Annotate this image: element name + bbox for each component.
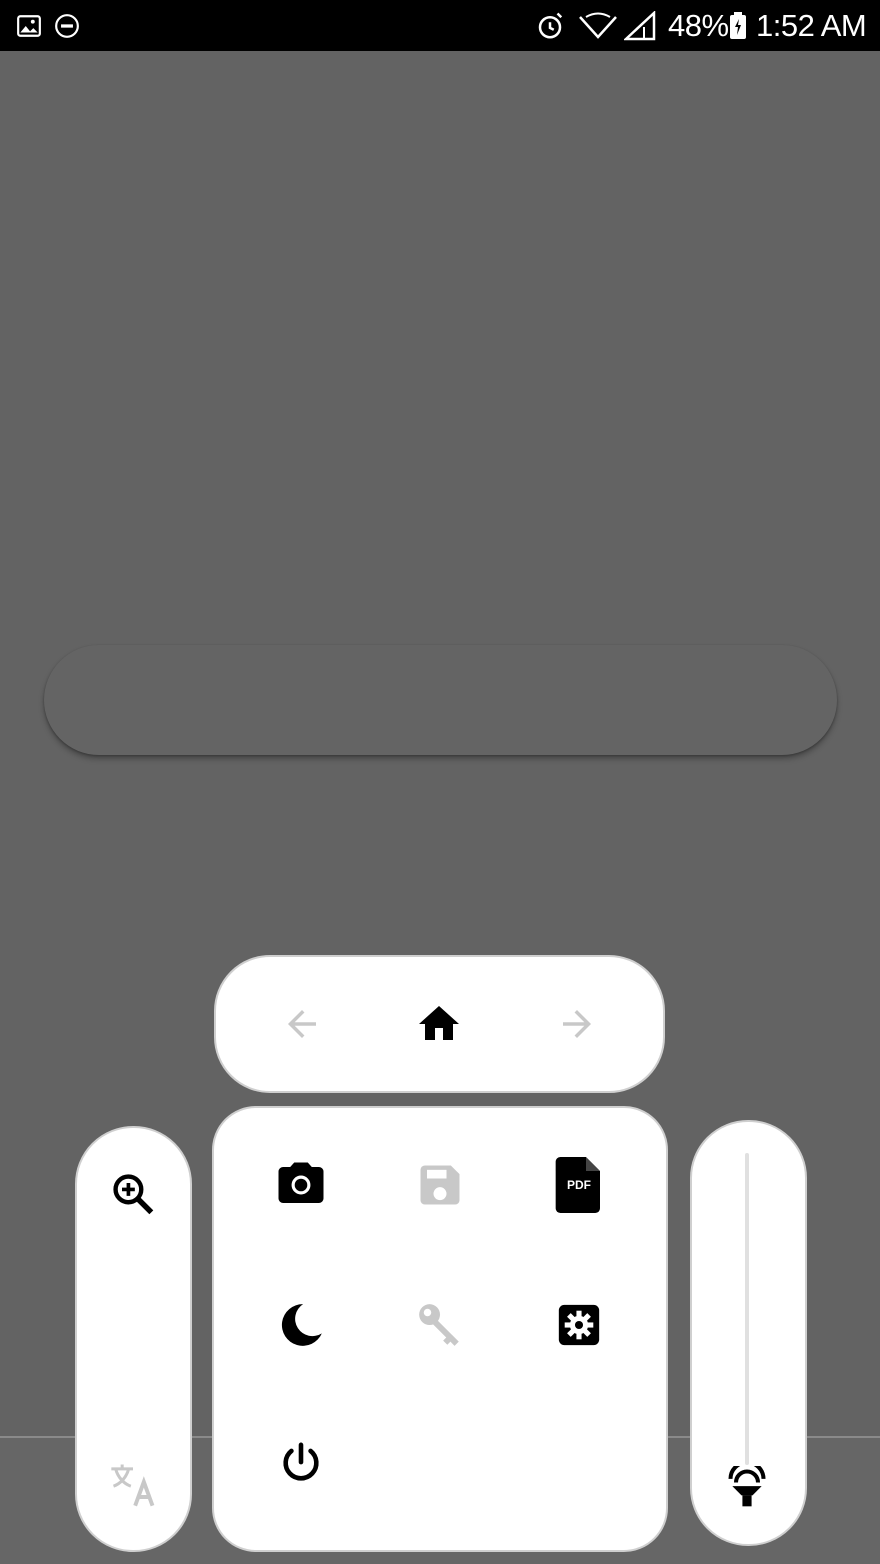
translate-button[interactable] [93, 1444, 173, 1524]
arrow-forward-icon [563, 1010, 591, 1038]
arrow-back-icon [288, 1010, 316, 1038]
save-icon [420, 1165, 460, 1205]
save-button[interactable] [400, 1145, 480, 1225]
home-button[interactable] [399, 984, 479, 1064]
battery-percent: 48% [668, 7, 729, 43]
settings-button[interactable] [539, 1285, 619, 1365]
power-icon [283, 1442, 319, 1481]
night-mode-button[interactable] [261, 1285, 341, 1365]
search-input[interactable] [44, 645, 837, 755]
pdf-label: PDF [567, 1178, 591, 1192]
zoom-in-icon [113, 1174, 154, 1215]
clock-time: 1:52 AM [756, 7, 867, 43]
export-pdf-button[interactable]: PDF [539, 1145, 619, 1225]
status-bar: 48% 1:52 AM [0, 0, 880, 51]
wifi-icon [578, 0, 618, 51]
camera-icon [278, 1162, 324, 1203]
do-not-disturb-icon [54, 0, 80, 51]
home-icon [419, 1006, 459, 1040]
password-button[interactable] [400, 1285, 480, 1365]
screenshot-button[interactable] [261, 1145, 341, 1225]
key-icon [419, 1304, 459, 1346]
brightness-lamp-icon [728, 1466, 766, 1507]
back-button[interactable] [262, 984, 342, 1064]
settings-icon [558, 1304, 600, 1346]
power-button[interactable] [261, 1424, 341, 1504]
image-icon [16, 0, 42, 51]
translate-icon [111, 1464, 155, 1507]
forward-button[interactable] [537, 984, 617, 1064]
zoom-in-button[interactable] [93, 1154, 173, 1234]
signal-icon [624, 0, 656, 51]
brightness-button[interactable] [707, 1448, 787, 1528]
alarm-icon [535, 0, 565, 51]
night-mode-icon [281, 1304, 322, 1346]
battery-icon [728, 0, 748, 51]
brightness-slider[interactable] [745, 1153, 749, 1465]
